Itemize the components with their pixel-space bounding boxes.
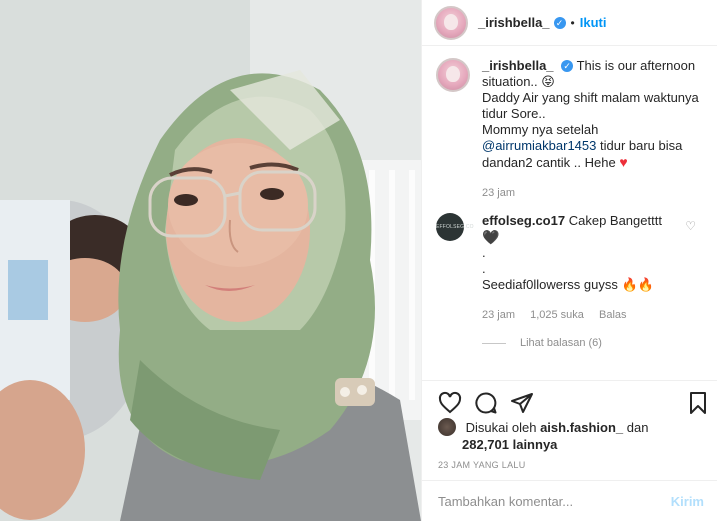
comment-icon[interactable]: [474, 391, 498, 415]
post-sidebar: _irishbella_ ✓ • Ikuti _irishbella_ ✓ Th…: [421, 0, 717, 521]
comment-username[interactable]: effolseg.co17: [482, 213, 565, 228]
post-header: _irishbella_ ✓ • Ikuti: [422, 0, 717, 46]
post-comment-button[interactable]: Kirim: [671, 494, 704, 509]
fire-emoji-icon: 🔥🔥: [621, 277, 654, 292]
view-replies-label: Lihat balasan (6): [520, 337, 602, 349]
heart-icon[interactable]: [438, 391, 462, 415]
comment-text-2: Seediaf0llowerss guyss: [482, 277, 618, 292]
header-username[interactable]: _irishbella_: [478, 15, 550, 30]
comment-likes[interactable]: 1,025 suka: [530, 309, 584, 321]
action-bar: [422, 380, 717, 420]
liked-by-conj: dan: [626, 420, 649, 435]
header-avatar[interactable]: [434, 5, 468, 40]
add-comment-bar: Kirim: [422, 480, 717, 521]
caption-time[interactable]: 23 jam: [482, 187, 515, 199]
liked-by-prefix: Disukai oleh: [465, 420, 537, 435]
liked-by: Disukai oleh aish.fashion_ dan 282,701 l…: [438, 418, 708, 453]
verified-badge-icon: ✓: [553, 16, 566, 29]
comment-text-1: Cakep Bangetttt: [568, 213, 662, 228]
comment-item: EFFOLSEG.CO effolseg.co17 Cakep Bangettt…: [422, 213, 717, 323]
caption-text-3: Mommy nya setelah: [482, 122, 599, 137]
caption-avatar[interactable]: [436, 58, 470, 92]
comment-dot-2: .: [482, 261, 486, 276]
caption-meta: 23 jam: [482, 185, 704, 201]
verified-badge-icon: ✓: [561, 60, 574, 72]
caption-text-2: Daddy Air yang shift malam waktunya tidu…: [482, 90, 699, 121]
comment-body: effolseg.co17 Cakep Bangetttt 🖤 . . Seed…: [482, 213, 704, 323]
comments-section[interactable]: _irishbella_ ✓ This is our afternoon sit…: [422, 58, 717, 380]
comment-dot-1: .: [482, 245, 486, 260]
photo-illustration: [0, 0, 421, 521]
smile-emoji-icon: 😝: [541, 74, 555, 89]
comment-meta: 23 jam 1,025 suka Balas: [482, 307, 704, 323]
caption-username[interactable]: _irishbella_: [482, 58, 554, 73]
liked-by-user[interactable]: aish.fashion_: [540, 420, 623, 435]
comment-like-heart-icon[interactable]: ♡: [685, 219, 696, 233]
caption-mention-link[interactable]: @airrumiakbar1453: [482, 138, 596, 153]
share-icon[interactable]: [510, 391, 534, 415]
replies-divider: [482, 342, 506, 344]
likes-count-link[interactable]: 282,701 lainnya: [462, 437, 557, 452]
caption: _irishbella_ ✓ This is our afternoon sit…: [422, 58, 717, 201]
reply-button[interactable]: Balas: [599, 309, 627, 321]
post-timestamp[interactable]: 23 JAM YANG LALU: [438, 460, 526, 470]
header-separator: •: [570, 15, 575, 30]
liker-avatar[interactable]: [438, 418, 456, 436]
comment-avatar[interactable]: EFFOLSEG.CO: [436, 213, 474, 241]
post-photo[interactable]: [0, 0, 421, 521]
comment-time[interactable]: 23 jam: [482, 309, 515, 321]
view-replies-button[interactable]: Lihat balasan (6): [482, 337, 717, 349]
bookmark-icon[interactable]: [686, 391, 710, 415]
red-heart-emoji-icon: ♥: [619, 154, 628, 170]
black-heart-emoji-icon: 🖤: [482, 229, 500, 245]
follow-button[interactable]: Ikuti: [580, 15, 607, 30]
caption-body: _irishbella_ ✓ This is our afternoon sit…: [482, 58, 704, 201]
comment-input[interactable]: [438, 493, 671, 509]
